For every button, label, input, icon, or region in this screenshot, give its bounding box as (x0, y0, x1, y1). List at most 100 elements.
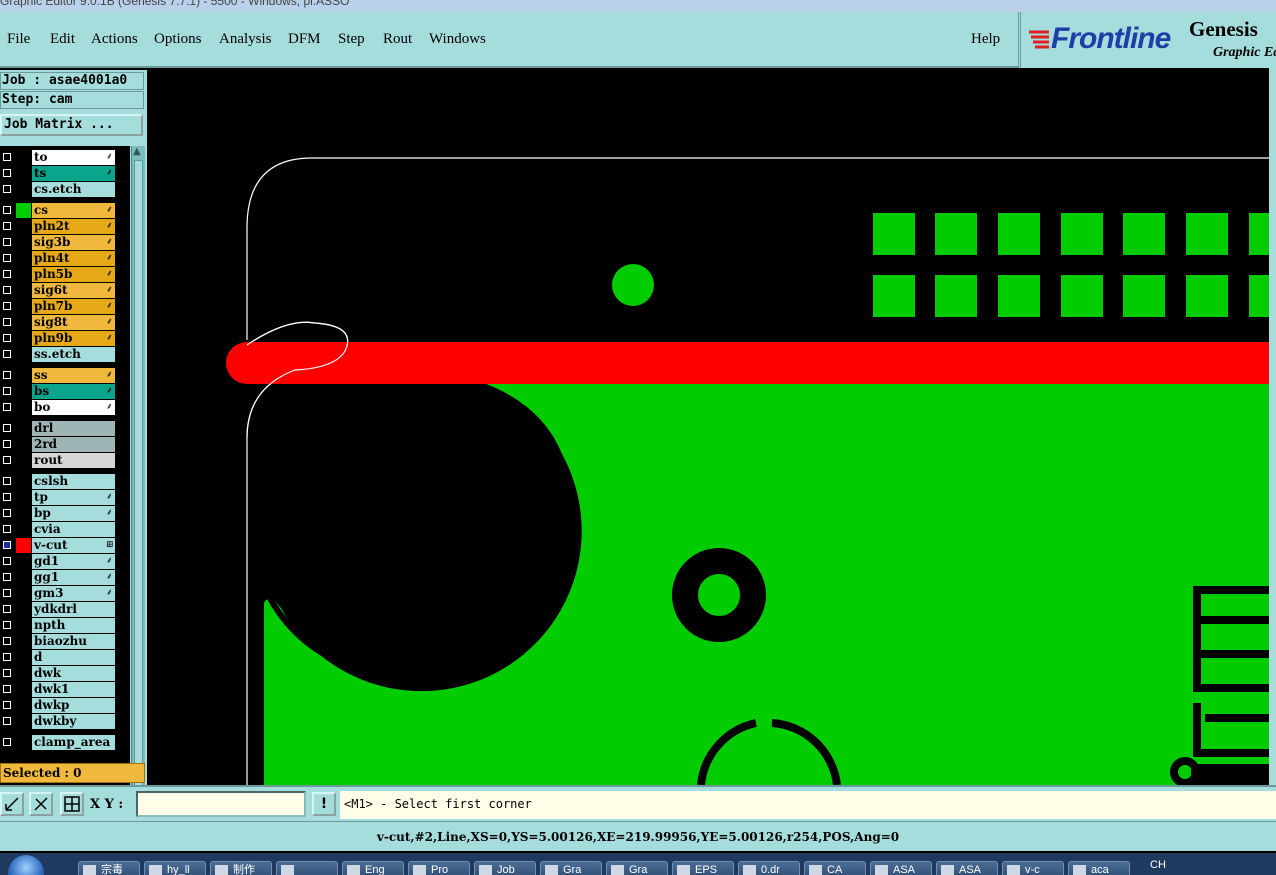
layer-row-cs.etch[interactable]: cs.etch (0, 182, 116, 197)
layer-color-swatch[interactable] (16, 698, 31, 713)
layer-checkbox[interactable] (3, 541, 11, 549)
taskbar-item[interactable]: 宗毒 (78, 861, 140, 875)
layer-name[interactable]: clamp_area (32, 735, 115, 750)
layer-row-tp[interactable]: tp ⸙ (0, 490, 116, 505)
layer-checkbox[interactable] (3, 477, 11, 485)
layer-checkbox[interactable] (3, 334, 11, 342)
layer-color-swatch[interactable] (16, 150, 31, 165)
layer-checkbox[interactable] (3, 371, 11, 379)
menu-windows[interactable]: Windows (429, 31, 486, 48)
scroll-up-icon[interactable]: ▲ (133, 146, 141, 157)
layer-color-swatch[interactable] (16, 666, 31, 681)
layer-row-cslsh[interactable]: cslsh (0, 474, 116, 489)
layer-checkbox[interactable] (3, 573, 11, 581)
layer-row-dwkby[interactable]: dwkby (0, 714, 116, 729)
layer-name[interactable]: ts (32, 166, 115, 181)
layer-color-swatch[interactable] (16, 235, 31, 250)
layer-color-swatch[interactable] (16, 735, 31, 750)
layer-name[interactable]: pln7b (32, 299, 115, 314)
layer-color-swatch[interactable] (16, 474, 31, 489)
layer-row-ts[interactable]: ts ⸙ (0, 166, 116, 181)
canvas-scrollbar[interactable] (1269, 68, 1276, 785)
taskbar-item[interactable]: Pro (408, 861, 470, 875)
layer-color-swatch[interactable] (16, 182, 31, 197)
layer-name[interactable]: sig6t (32, 283, 115, 298)
taskbar-item[interactable] (276, 861, 338, 875)
layer-row-clamp_area[interactable]: clamp_area (0, 735, 116, 750)
layer-row-gg1[interactable]: gg1 ⸙ (0, 570, 116, 585)
layer-color-swatch[interactable] (16, 315, 31, 330)
taskbar-item[interactable]: 制作 (210, 861, 272, 875)
layer-name[interactable]: 2rd (32, 437, 115, 452)
taskbar-item[interactable]: Gra (540, 861, 602, 875)
layer-checkbox[interactable] (3, 387, 11, 395)
layer-name[interactable]: dwkby (32, 714, 115, 729)
layer-checkbox[interactable] (3, 589, 11, 597)
menu-analysis[interactable]: Analysis (219, 31, 272, 48)
layer-checkbox[interactable] (3, 653, 11, 661)
layer-row-ss.etch[interactable]: ss.etch (0, 347, 116, 362)
taskbar-item[interactable]: CA (804, 861, 866, 875)
layer-name[interactable]: pln4t (32, 251, 115, 266)
layer-row-bs[interactable]: bs ⸙ (0, 384, 116, 399)
layer-row-rout[interactable]: rout (0, 453, 116, 468)
layer-checkbox[interactable] (3, 701, 11, 709)
layer-color-swatch[interactable] (16, 203, 31, 218)
layer-color-swatch[interactable] (16, 299, 31, 314)
graphic-canvas[interactable] (147, 68, 1269, 785)
layer-color-swatch[interactable] (16, 219, 31, 234)
taskbar-item[interactable]: Job (474, 861, 536, 875)
taskbar-item[interactable]: ASA (936, 861, 998, 875)
layer-name[interactable]: dwkp (32, 698, 115, 713)
layer-color-swatch[interactable] (16, 421, 31, 436)
layer-row-pln2t[interactable]: pln2t ⸙ (0, 219, 116, 234)
menu-edit[interactable]: Edit (50, 31, 75, 48)
layer-row-pln5b[interactable]: pln5b ⸙ (0, 267, 116, 282)
layer-color-swatch[interactable] (16, 634, 31, 649)
layer-color-swatch[interactable] (16, 251, 31, 266)
layer-name[interactable]: sig8t (32, 315, 115, 330)
layer-checkbox[interactable] (3, 222, 11, 230)
layer-color-swatch[interactable] (16, 650, 31, 665)
layer-checkbox[interactable] (3, 169, 11, 177)
layer-row-2rd[interactable]: 2rd (0, 437, 116, 452)
layer-color-swatch[interactable] (16, 347, 31, 362)
layer-color-swatch[interactable] (16, 453, 31, 468)
layer-color-swatch[interactable] (16, 490, 31, 505)
layer-color-swatch[interactable] (16, 331, 31, 346)
menu-actions[interactable]: Actions (91, 31, 138, 48)
layer-checkbox[interactable] (3, 302, 11, 310)
layer-color-swatch[interactable] (16, 267, 31, 282)
layer-color-swatch[interactable] (16, 368, 31, 383)
layer-checkbox[interactable] (3, 685, 11, 693)
layer-row-pln4t[interactable]: pln4t ⸙ (0, 251, 116, 266)
menu-rout[interactable]: Rout (383, 31, 412, 48)
layer-row-dwk[interactable]: dwk (0, 666, 116, 681)
layer-color-swatch[interactable] (16, 602, 31, 617)
layer-name[interactable]: pln2t (32, 219, 115, 234)
layer-row-v-cut[interactable]: v-cut ⊞ (0, 538, 116, 553)
layer-name[interactable]: v-cut (32, 538, 115, 553)
layer-color-swatch[interactable] (16, 384, 31, 399)
job-matrix-button[interactable]: Job Matrix ... (0, 114, 143, 136)
alert-button[interactable]: ! (312, 792, 336, 816)
layer-row-gd1[interactable]: gd1 ⸙ (0, 554, 116, 569)
layer-row-cvia[interactable]: cvia (0, 522, 116, 537)
layer-checkbox[interactable] (3, 738, 11, 746)
layer-row-pln7b[interactable]: pln7b ⸙ (0, 299, 116, 314)
layer-row-to[interactable]: to ⸙ (0, 150, 116, 165)
layer-name[interactable]: to (32, 150, 115, 165)
layer-name[interactable]: tp (32, 490, 115, 505)
layer-name[interactable]: bp (32, 506, 115, 521)
layer-row-dwkp[interactable]: dwkp (0, 698, 116, 713)
layer-row-bo[interactable]: bo ⸙ (0, 400, 116, 415)
menu-file[interactable]: File (7, 31, 30, 48)
layer-checkbox[interactable] (3, 669, 11, 677)
layer-checkbox[interactable] (3, 621, 11, 629)
layer-row-cs[interactable]: cs ⸙ (0, 203, 116, 218)
layer-name[interactable]: dwk1 (32, 682, 115, 697)
layer-checkbox[interactable] (3, 605, 11, 613)
layer-name[interactable]: drl (32, 421, 115, 436)
menu-help[interactable]: Help (971, 31, 1000, 48)
layer-row-bp[interactable]: bp ⸙ (0, 506, 116, 521)
